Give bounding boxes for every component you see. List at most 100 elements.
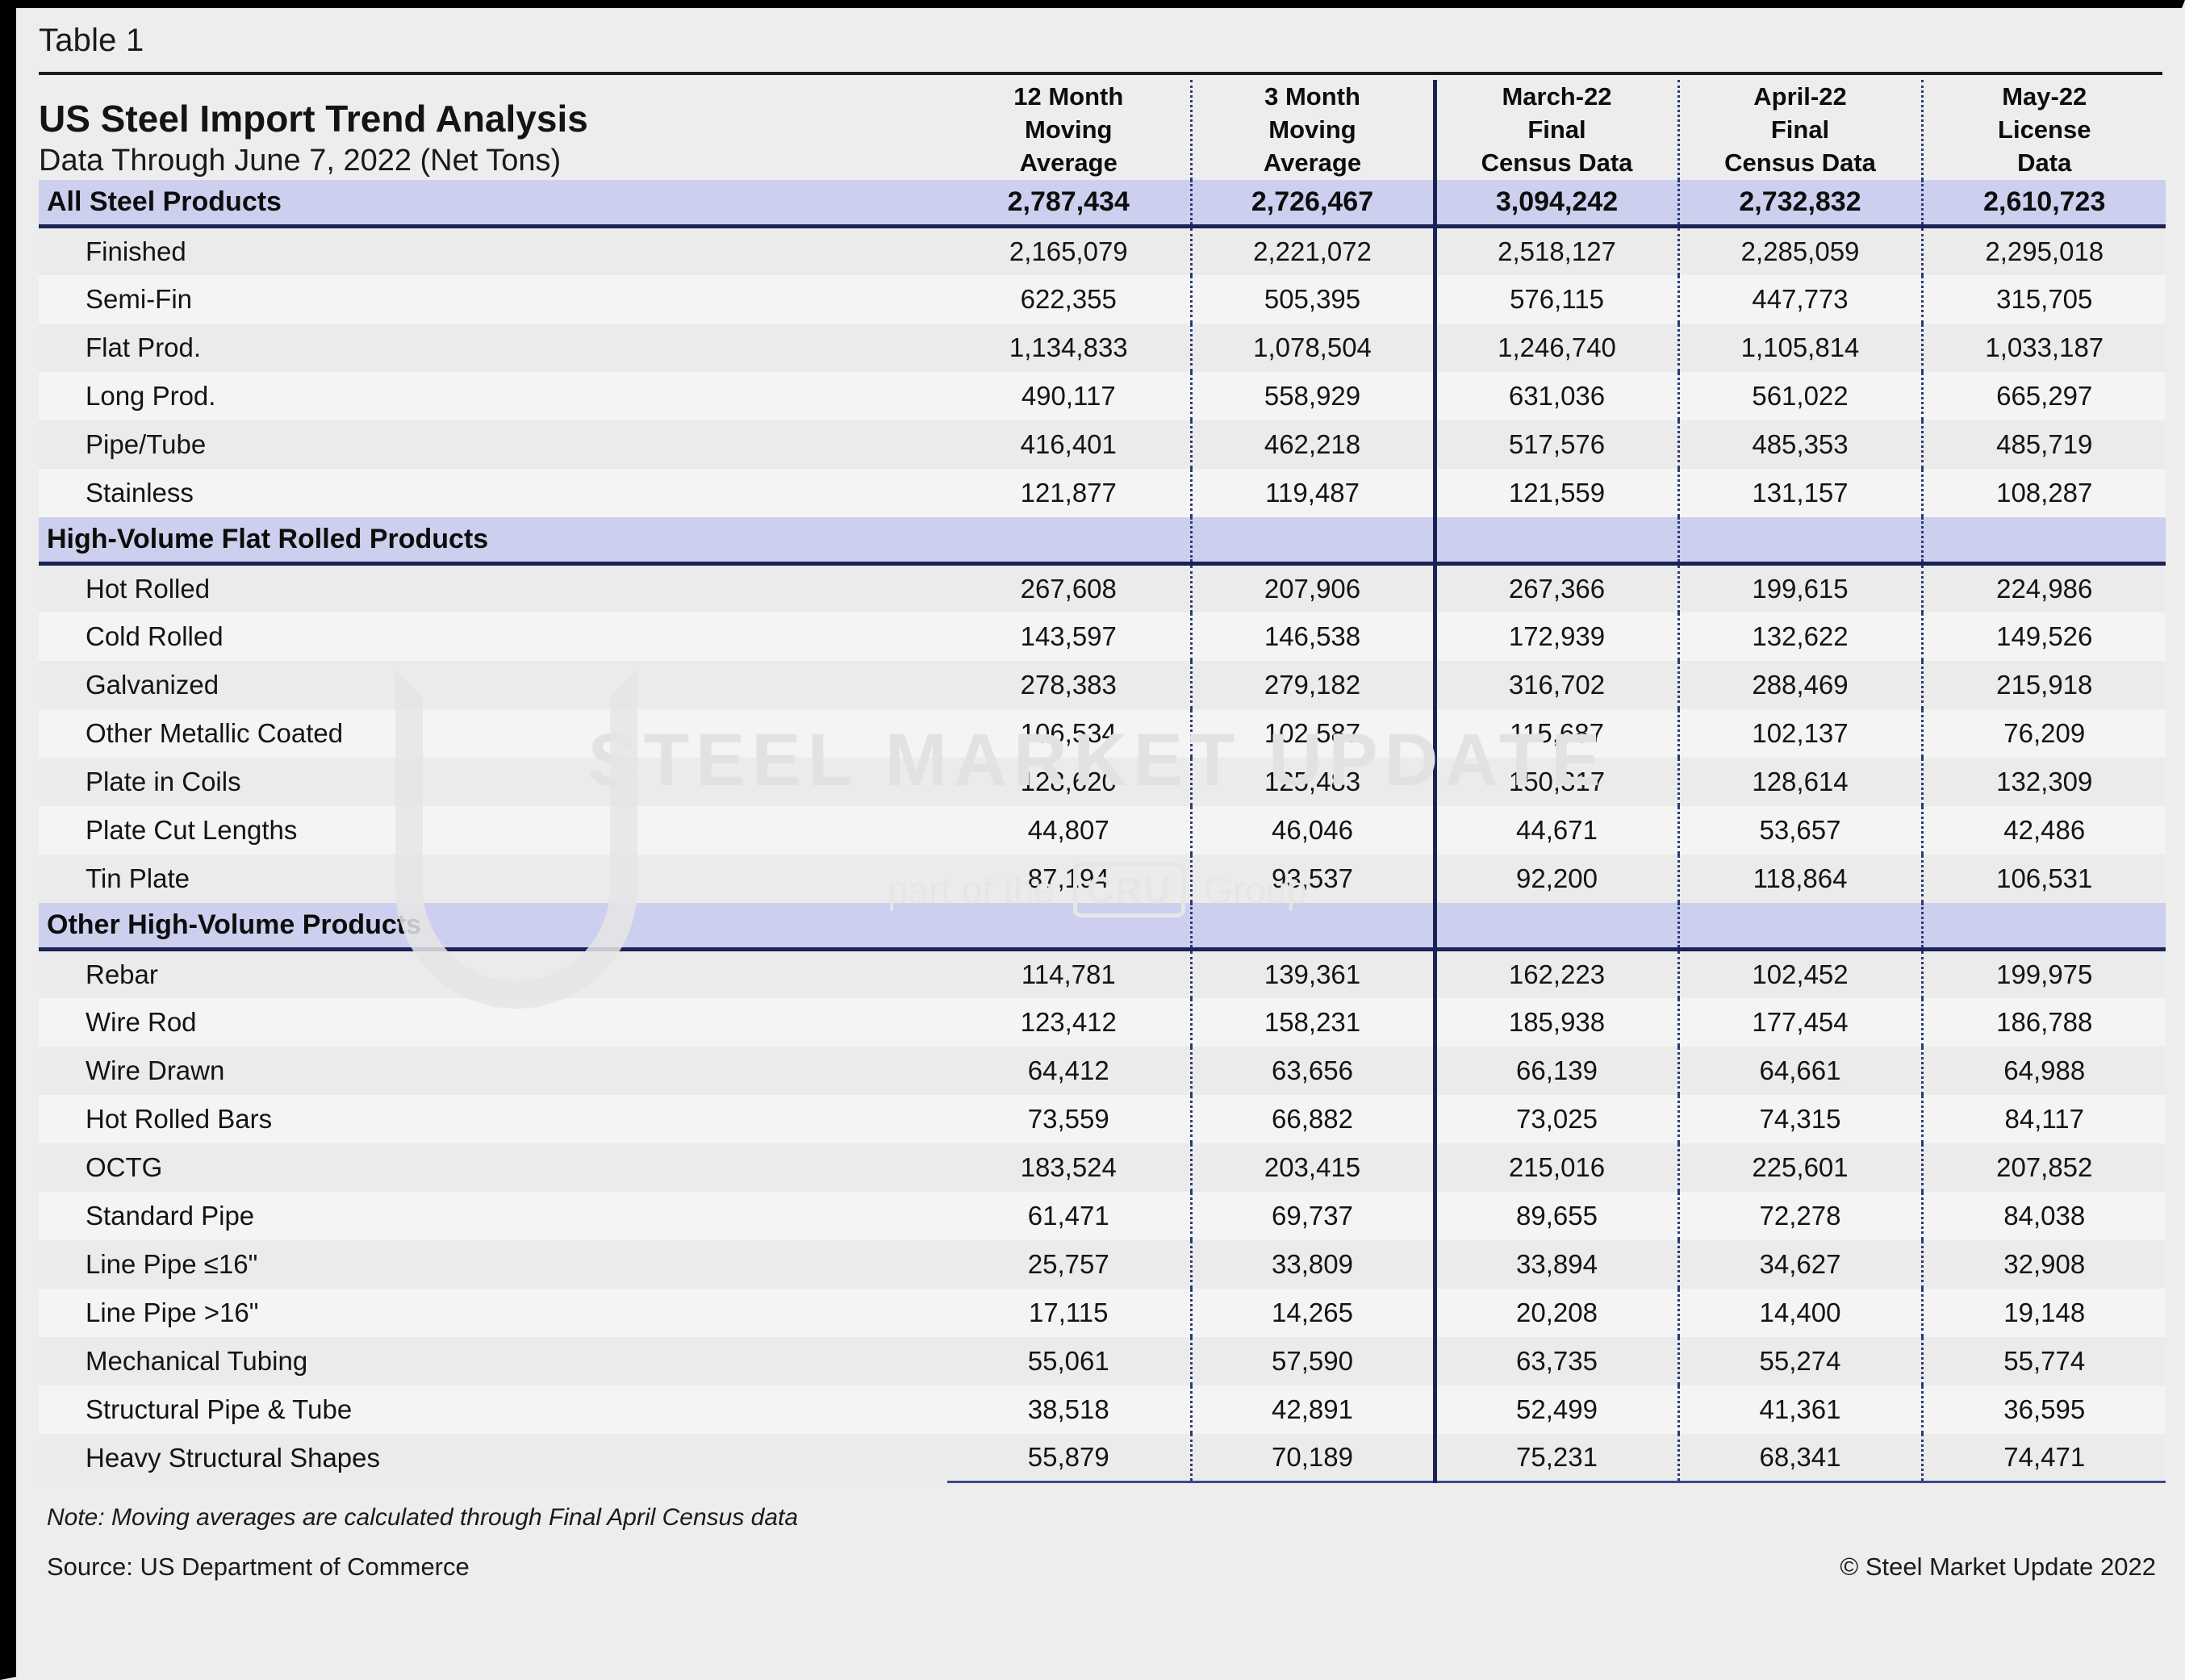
row-value-cell: 64,988 xyxy=(1922,1047,2166,1095)
row-value-cell: 2,295,018 xyxy=(1922,227,2166,275)
row-value-cell: 84,038 xyxy=(1922,1192,2166,1240)
row-value-cell: 102,137 xyxy=(1678,709,1922,758)
row-value-cell: 64,412 xyxy=(947,1047,1191,1095)
row-value-cell: 63,735 xyxy=(1435,1337,1678,1385)
row-value-cell: 119,487 xyxy=(1191,469,1435,517)
row-value-cell: 665,297 xyxy=(1922,372,2166,420)
row-value-cell: 128,614 xyxy=(1678,758,1922,806)
row-value-cell: 106,534 xyxy=(947,709,1191,758)
section-total-cell: 3,094,242 xyxy=(1435,180,1678,227)
row-value-cell: 25,757 xyxy=(947,1240,1191,1289)
col-head-line2: Final xyxy=(1680,113,1921,146)
section-total-cell xyxy=(947,903,1191,950)
row-value-cell: 490,117 xyxy=(947,372,1191,420)
table-row: Structural Pipe & Tube38,51842,89152,499… xyxy=(39,1385,2166,1434)
row-value-cell: 2,285,059 xyxy=(1678,227,1922,275)
row-value-cell: 46,046 xyxy=(1191,806,1435,855)
section-title: All Steel Products xyxy=(39,180,947,227)
column-header-3-month-moving-average: 3 Month Moving Average xyxy=(1191,80,1435,180)
footer-note: Note: Moving averages are calculated thr… xyxy=(39,1504,2162,1532)
row-value-cell: 68,341 xyxy=(1678,1434,1922,1482)
row-value-cell: 106,531 xyxy=(1922,855,2166,903)
table-row: Plate in Coils128,620125,483150,317128,6… xyxy=(39,758,2166,806)
row-value-cell: 63,656 xyxy=(1191,1047,1435,1095)
row-value-cell: 108,287 xyxy=(1922,469,2166,517)
col-head-line2: Moving xyxy=(947,113,1190,146)
row-value-cell: 131,157 xyxy=(1678,469,1922,517)
row-value-cell: 93,537 xyxy=(1191,855,1435,903)
column-header-12-month-moving-average: 12 Month Moving Average xyxy=(947,80,1191,180)
section-total-cell: 2,726,467 xyxy=(1191,180,1435,227)
table-footer: Note: Moving averages are calculated thr… xyxy=(39,1483,2162,1582)
row-value-cell: 115,687 xyxy=(1435,709,1678,758)
header-row: US Steel Import Trend Analysis Data Thro… xyxy=(39,80,2166,180)
row-value-cell: 121,877 xyxy=(947,469,1191,517)
row-value-cell: 1,105,814 xyxy=(1678,324,1922,372)
row-value-cell: 1,078,504 xyxy=(1191,324,1435,372)
row-value-cell: 114,781 xyxy=(947,950,1191,998)
row-value-cell: 631,036 xyxy=(1435,372,1678,420)
table-row: Cold Rolled143,597146,538172,939132,6221… xyxy=(39,612,2166,661)
row-value-cell: 17,115 xyxy=(947,1289,1191,1337)
steel-import-table-container: US Steel Import Trend Analysis Data Thro… xyxy=(39,80,2162,1483)
row-value-cell: 73,559 xyxy=(947,1095,1191,1143)
row-label: Finished xyxy=(39,227,947,275)
row-value-cell: 267,608 xyxy=(947,564,1191,612)
section-total-cell xyxy=(1678,517,1922,564)
row-value-cell: 76,209 xyxy=(1922,709,2166,758)
row-label: Stainless xyxy=(39,469,947,517)
row-value-cell: 2,165,079 xyxy=(947,227,1191,275)
section-header-row: All Steel Products2,787,4342,726,4673,09… xyxy=(39,180,2166,227)
row-value-cell: 149,526 xyxy=(1922,612,2166,661)
row-label: Semi-Fin xyxy=(39,275,947,324)
table-row: Other Metallic Coated106,534102,587115,6… xyxy=(39,709,2166,758)
row-value-cell: 561,022 xyxy=(1678,372,1922,420)
row-label: Standard Pipe xyxy=(39,1192,947,1240)
row-value-cell: 1,134,833 xyxy=(947,324,1191,372)
row-value-cell: 87,194 xyxy=(947,855,1191,903)
table-row: Long Prod.490,117558,929631,036561,02266… xyxy=(39,372,2166,420)
row-value-cell: 102,587 xyxy=(1191,709,1435,758)
caption-divider xyxy=(39,72,2162,75)
row-label: Long Prod. xyxy=(39,372,947,420)
section-total-cell: 2,610,723 xyxy=(1922,180,2166,227)
row-label: Flat Prod. xyxy=(39,324,947,372)
footer-copyright: © Steel Market Update 2022 xyxy=(1840,1553,2156,1582)
row-value-cell: 315,705 xyxy=(1922,275,2166,324)
col-head-line3: Average xyxy=(947,146,1190,179)
table-row: Hot Rolled Bars73,55966,88273,02574,3158… xyxy=(39,1095,2166,1143)
section-total-cell xyxy=(1922,517,2166,564)
row-value-cell: 558,929 xyxy=(1191,372,1435,420)
table-row: Rebar114,781139,361162,223102,452199,975 xyxy=(39,950,2166,998)
row-value-cell: 128,620 xyxy=(947,758,1191,806)
row-value-cell: 69,737 xyxy=(1191,1192,1435,1240)
col-head-line1: April-22 xyxy=(1680,80,1921,113)
row-value-cell: 61,471 xyxy=(947,1192,1191,1240)
row-value-cell: 288,469 xyxy=(1678,661,1922,709)
table-caption: Table 1 xyxy=(39,23,2182,59)
row-value-cell: 41,361 xyxy=(1678,1385,1922,1434)
table-row: Wire Rod123,412158,231185,938177,454186,… xyxy=(39,998,2166,1047)
table-row: Mechanical Tubing55,06157,59063,73555,27… xyxy=(39,1337,2166,1385)
row-label: Other Metallic Coated xyxy=(39,709,947,758)
row-value-cell: 316,702 xyxy=(1435,661,1678,709)
table-row: Stainless121,877119,487121,559131,157108… xyxy=(39,469,2166,517)
row-value-cell: 55,774 xyxy=(1922,1337,2166,1385)
row-value-cell: 73,025 xyxy=(1435,1095,1678,1143)
row-label: Line Pipe >16" xyxy=(39,1289,947,1337)
row-value-cell: 121,559 xyxy=(1435,469,1678,517)
row-label: Plate in Coils xyxy=(39,758,947,806)
row-value-cell: 118,864 xyxy=(1678,855,1922,903)
row-value-cell: 462,218 xyxy=(1191,420,1435,469)
row-value-cell: 447,773 xyxy=(1678,275,1922,324)
row-value-cell: 139,361 xyxy=(1191,950,1435,998)
row-value-cell: 225,601 xyxy=(1678,1143,1922,1192)
row-value-cell: 172,939 xyxy=(1435,612,1678,661)
row-value-cell: 36,595 xyxy=(1922,1385,2166,1434)
table-row: Heavy Structural Shapes55,87970,18975,23… xyxy=(39,1434,2166,1482)
row-value-cell: 215,016 xyxy=(1435,1143,1678,1192)
row-label: Structural Pipe & Tube xyxy=(39,1385,947,1434)
table-row: Finished2,165,0792,221,0722,518,1272,285… xyxy=(39,227,2166,275)
row-value-cell: 52,499 xyxy=(1435,1385,1678,1434)
row-value-cell: 74,471 xyxy=(1922,1434,2166,1482)
